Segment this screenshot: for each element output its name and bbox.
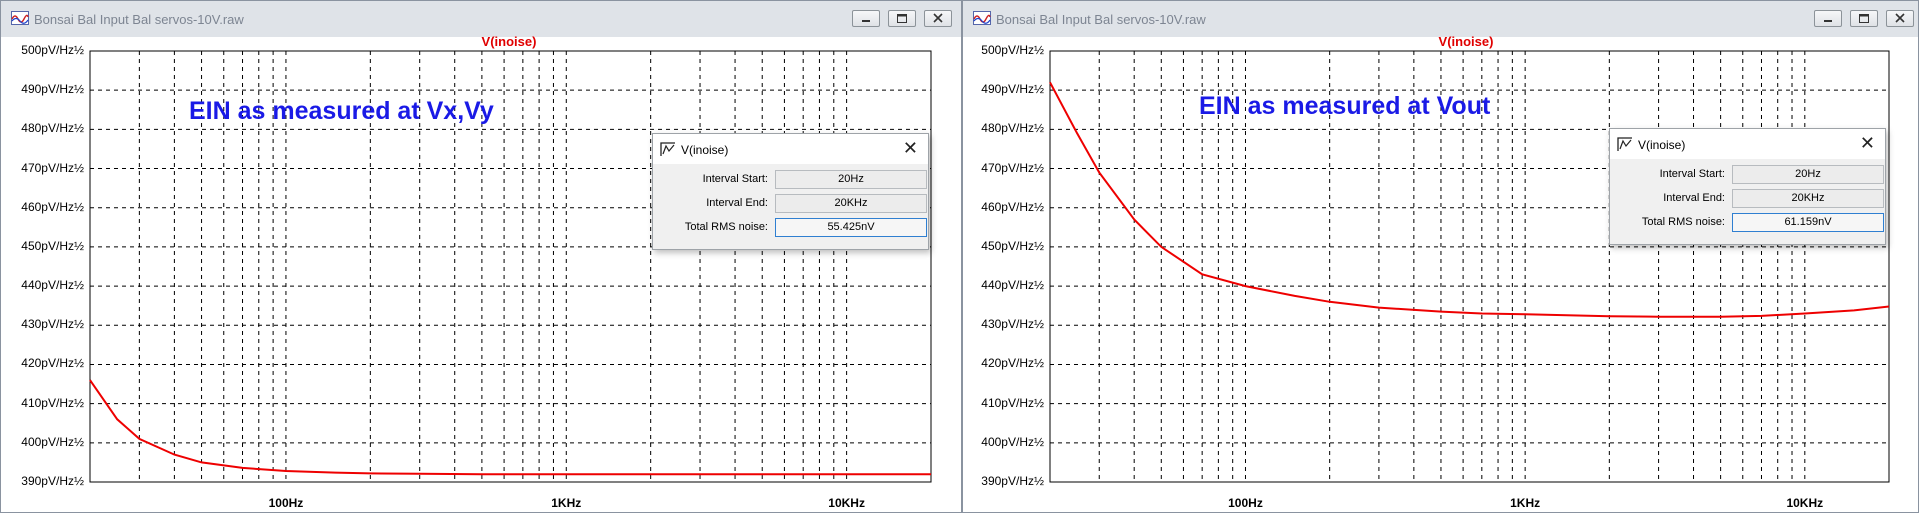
y-tick-label: 390pV/Hz½ xyxy=(21,474,84,488)
interval-start-field[interactable]: 20Hz xyxy=(775,170,927,189)
x-tick-label: 10KHz xyxy=(828,496,865,510)
y-tick-label: 470pV/Hz½ xyxy=(21,160,84,175)
total-rms-noise-field[interactable]: 61.159nV xyxy=(1732,213,1884,232)
plot-window-left[interactable]: Bonsai Bal Input Bal servos-10V.raw V(in… xyxy=(0,0,962,513)
maximize-button[interactable] xyxy=(888,10,916,27)
x-tick-label: 1KHz xyxy=(551,496,582,510)
y-tick-label: 430pV/Hz½ xyxy=(21,317,84,332)
y-tick-label: 440pV/Hz½ xyxy=(21,278,84,293)
minimize-icon xyxy=(1824,20,1832,22)
total-rms-noise-label: Total RMS noise: xyxy=(1641,216,1725,228)
title-bar[interactable]: Bonsai Bal Input Bal servos-10V.raw xyxy=(1,1,961,37)
measure-icon xyxy=(660,142,675,156)
annotation-text: EIN as measured at Vx,Vy xyxy=(189,97,494,125)
y-tick-label: 440pV/Hz½ xyxy=(981,278,1044,293)
x-tick-label: 100Hz xyxy=(1228,496,1263,510)
maximize-icon xyxy=(897,14,907,23)
minimize-icon xyxy=(862,20,870,22)
maximize-icon xyxy=(1859,14,1869,23)
y-tick-label: 480pV/Hz½ xyxy=(981,121,1044,136)
y-tick-label: 410pV/Hz½ xyxy=(21,395,84,410)
maximize-button[interactable] xyxy=(1850,10,1878,27)
dialog-header[interactable]: V(inoise) ✕ xyxy=(653,134,928,164)
minimize-button[interactable] xyxy=(1814,10,1842,27)
waveform-app-icon xyxy=(973,11,991,25)
measure-icon xyxy=(1617,137,1632,151)
x-tick-label: 100Hz xyxy=(268,496,304,510)
y-tick-label: 460pV/Hz½ xyxy=(981,199,1044,214)
y-tick-label: 420pV/Hz½ xyxy=(981,356,1044,371)
plot-area[interactable]: V(inoise) EIN as measured at Vx,Vy V(ino… xyxy=(1,34,961,512)
rms-noise-dialog[interactable]: V(inoise) ✕ Interval Start: 20Hz Interva… xyxy=(1609,128,1886,245)
close-window-button[interactable] xyxy=(924,10,952,27)
trace-label[interactable]: V(inoise) xyxy=(482,34,537,49)
minimize-button[interactable] xyxy=(852,10,880,27)
total-rms-noise-field[interactable]: 55.425nV xyxy=(775,218,927,237)
y-tick-label: 420pV/Hz½ xyxy=(21,356,84,371)
interval-end-label: Interval End: xyxy=(706,197,768,209)
interval-start-field[interactable]: 20Hz xyxy=(1732,165,1884,184)
y-tick-label: 390pV/Hz½ xyxy=(981,474,1044,488)
close-icon xyxy=(1895,13,1905,23)
x-tick-label: 10KHz xyxy=(1786,496,1824,510)
total-rms-noise-label: Total RMS noise: xyxy=(684,221,768,233)
interval-start-label: Interval Start: xyxy=(1659,168,1725,180)
y-tick-label: 450pV/Hz½ xyxy=(21,238,84,253)
interval-end-field[interactable]: 20KHz xyxy=(775,194,927,213)
y-tick-label: 480pV/Hz½ xyxy=(21,121,84,136)
y-tick-label: 470pV/Hz½ xyxy=(981,160,1044,175)
window-title: Bonsai Bal Input Bal servos-10V.raw xyxy=(996,12,1206,27)
interval-start-label: Interval Start: xyxy=(702,173,768,185)
y-tick-label: 500pV/Hz½ xyxy=(981,43,1044,57)
close-icon[interactable]: ✕ xyxy=(903,138,918,159)
y-tick-label: 410pV/Hz½ xyxy=(981,395,1044,410)
y-tick-label: 450pV/Hz½ xyxy=(981,238,1044,253)
noise-trace-line xyxy=(89,379,931,476)
y-tick-label: 400pV/Hz½ xyxy=(981,434,1044,449)
dialog-title: V(inoise) xyxy=(1638,138,1686,152)
interval-end-field[interactable]: 20KHz xyxy=(1732,189,1884,208)
interval-end-label: Interval End: xyxy=(1663,192,1725,204)
y-tick-label: 490pV/Hz½ xyxy=(981,82,1044,97)
plot-window-right[interactable]: Bonsai Bal Input Bal servos-10V.raw V(in… xyxy=(962,0,1919,513)
window-title: Bonsai Bal Input Bal servos-10V.raw xyxy=(34,12,244,27)
y-tick-label: 430pV/Hz½ xyxy=(981,317,1044,332)
waveform-app-icon xyxy=(11,11,29,25)
close-icon xyxy=(933,13,943,23)
y-tick-label: 400pV/Hz½ xyxy=(21,434,84,449)
close-window-button[interactable] xyxy=(1886,10,1914,27)
y-tick-label: 490pV/Hz½ xyxy=(21,82,84,97)
plot-area[interactable]: V(inoise) EIN as measured at Vout V(inoi… xyxy=(963,34,1918,512)
title-bar[interactable]: Bonsai Bal Input Bal servos-10V.raw xyxy=(963,1,1918,37)
rms-noise-dialog[interactable]: V(inoise) ✕ Interval Start: 20Hz Interva… xyxy=(652,133,929,250)
y-tick-label: 460pV/Hz½ xyxy=(21,199,84,214)
annotation-text: EIN as measured at Vout xyxy=(1199,92,1491,120)
trace-label[interactable]: V(inoise) xyxy=(1439,34,1494,49)
x-tick-label: 1KHz xyxy=(1510,496,1541,510)
close-icon[interactable]: ✕ xyxy=(1860,133,1875,154)
y-tick-label: 500pV/Hz½ xyxy=(21,43,84,57)
dialog-title: V(inoise) xyxy=(681,143,729,157)
dialog-header[interactable]: V(inoise) ✕ xyxy=(1610,129,1885,159)
